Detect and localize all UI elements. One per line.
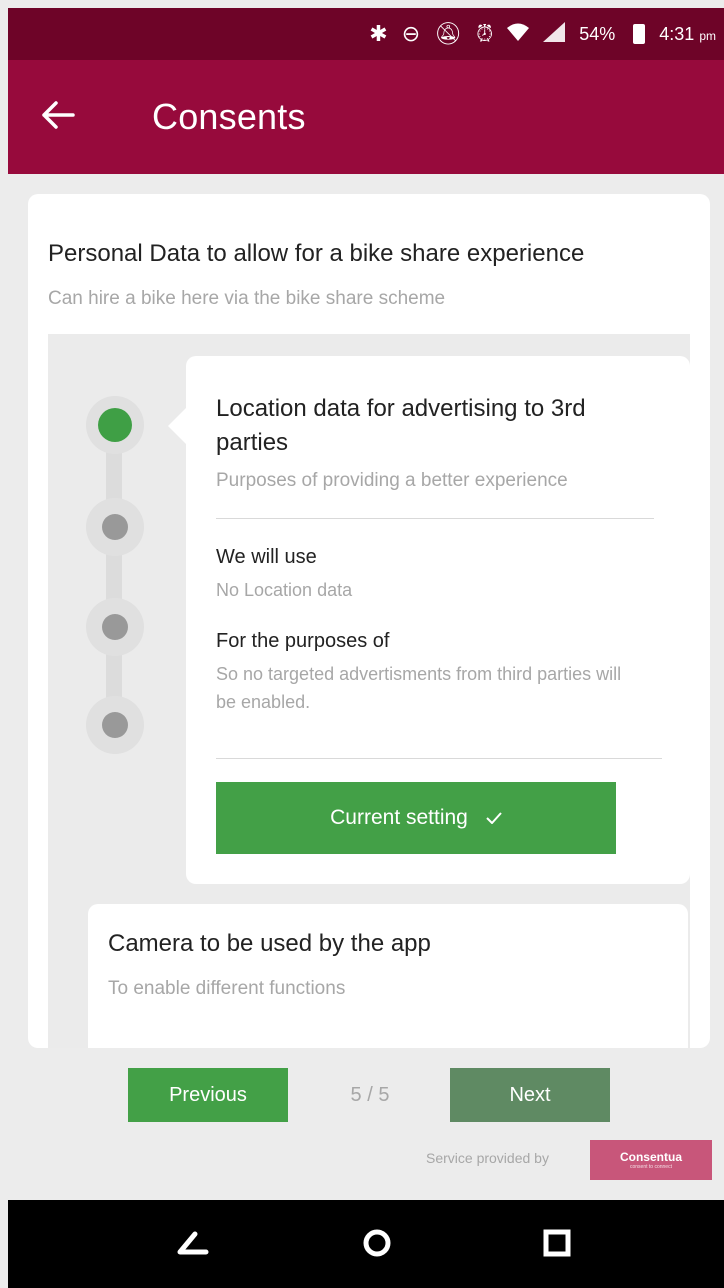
clock-suffix: pm — [699, 28, 716, 43]
clock-time: 4:31 — [659, 23, 695, 44]
do-not-disturb-icon: ⊖ — [401, 21, 421, 46]
current-setting-button[interactable]: Current setting — [216, 782, 616, 854]
dot-icon — [102, 514, 128, 540]
battery-percent: 54% — [579, 23, 616, 44]
dot-icon — [102, 712, 128, 738]
option-title: Location data for advertising to 3rd par… — [216, 395, 586, 456]
dot-icon — [102, 614, 128, 640]
page-title: Consents — [152, 96, 306, 137]
clock: 4:31 pm — [659, 24, 716, 45]
notifications-off-icon: 🔕︎ — [434, 21, 463, 46]
logo-tagline: consent to connect — [630, 1164, 672, 1170]
purposes-value: So no targeted advertisments from third … — [216, 664, 622, 712]
selected-dot-icon — [98, 408, 132, 442]
bluetooth-icon: ✱ — [369, 21, 388, 46]
consent-title: Personal Data to allow for a bike share … — [48, 240, 585, 267]
service-provided-text: Service provided by — [426, 1150, 549, 1166]
purposes-label: For the purposes of — [216, 630, 390, 652]
next-consent-subtitle: To enable different functions — [108, 978, 346, 999]
consent-options-panel: Location data for advertising to 3rd par… — [48, 334, 690, 1048]
checkmark-icon — [486, 806, 502, 830]
next-consent-card[interactable]: Camera to be used by the app To enable d… — [88, 904, 688, 1048]
current-setting-label: Current setting — [330, 806, 468, 829]
recents-square-icon — [542, 1228, 572, 1263]
next-button[interactable]: Next — [450, 1068, 610, 1122]
signal-icon — [543, 22, 566, 46]
divider — [216, 518, 654, 519]
option-subtitle: Purposes of providing a better experienc… — [216, 470, 568, 491]
consentua-logo: Consentua consent to connect — [590, 1140, 712, 1180]
app-bar: Consents — [8, 60, 724, 174]
option-track — [106, 432, 122, 732]
option-dot-3[interactable] — [86, 598, 144, 656]
wifi-icon — [507, 22, 530, 46]
home-circle-icon — [362, 1228, 392, 1263]
back-button[interactable] — [8, 60, 118, 174]
system-nav-bar — [8, 1200, 724, 1288]
previous-button[interactable]: Previous — [128, 1068, 288, 1122]
option-card: Location data for advertising to 3rd par… — [168, 356, 690, 884]
battery-icon — [633, 24, 646, 44]
next-consent-title: Camera to be used by the app — [108, 930, 431, 957]
recents-nav-button[interactable] — [534, 1222, 580, 1268]
home-nav-button[interactable] — [354, 1222, 400, 1268]
option-dot-1[interactable] — [86, 396, 144, 454]
alarm-icon: ⏰︎ — [476, 21, 494, 46]
content-area[interactable]: Personal Data to allow for a bike share … — [8, 174, 724, 1200]
we-will-use-value: No Location data — [216, 580, 353, 600]
consent-subtitle: Can hire a bike here via the bike share … — [48, 288, 446, 309]
back-triangle-icon — [176, 1230, 210, 1261]
arrow-left-icon — [41, 95, 75, 140]
option-dot-4[interactable] — [86, 696, 144, 754]
divider — [216, 758, 662, 759]
logo-text: Consentua — [619, 1150, 682, 1164]
status-bar: ✱ ⊖ 🔕︎ ⏰︎ 54% 4:31 pm — [8, 8, 724, 60]
back-nav-button[interactable] — [170, 1222, 216, 1268]
option-dot-2[interactable] — [86, 498, 144, 556]
page-indicator: 5 / 5 — [350, 1083, 390, 1106]
pager: Previous 5 / 5 Next — [8, 1068, 724, 1122]
we-will-use-label: We will use — [216, 546, 317, 568]
consent-card: Personal Data to allow for a bike share … — [28, 194, 710, 1048]
